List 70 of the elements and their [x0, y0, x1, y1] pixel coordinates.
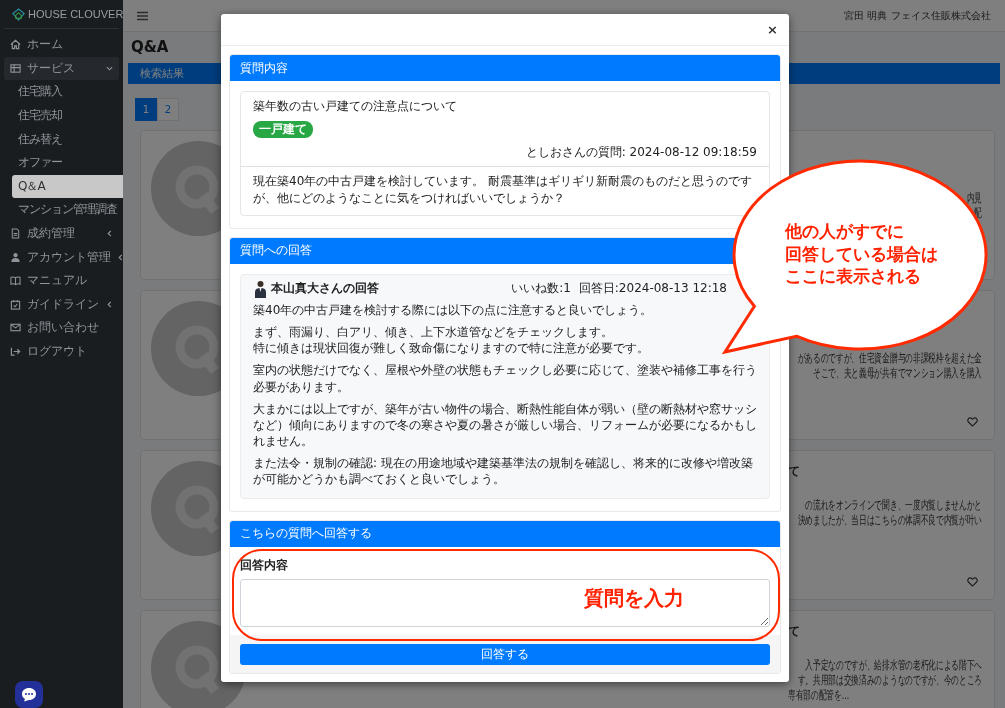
sidebar-subitem[interactable]: オファー: [4, 150, 119, 175]
heart-icon[interactable]: [967, 577, 978, 587]
document-icon: [10, 228, 21, 240]
chevron-icon: [106, 230, 113, 238]
company-name: フェイス住販株式会社: [891, 8, 991, 23]
sidebar-item[interactable]: ログアウト: [4, 339, 119, 364]
answer-author: 本山真大さんの回答: [271, 280, 379, 298]
card-text: す。共用部は交換済みのようなのですが、今のところ: [797, 673, 982, 688]
sidebar-item[interactable]: アカウント管理: [4, 245, 119, 269]
chevron-icon: [106, 300, 113, 308]
close-button[interactable]: ×: [765, 22, 780, 37]
question-meta: としおさんの質問: 2024-08-12 09:18:59: [525, 144, 757, 161]
question-title: 築年数の古い戸建ての注意点について: [253, 98, 458, 115]
answer-text: また法令・規制の確認: 現在の用途地域や建築基準法の規制を確認し、将来的に改修や増改築が可能かどうかも調べておくと良いでしょう。: [253, 455, 754, 488]
answer-date: 回答日:2024-08-13 12:18: [578, 280, 727, 298]
user-icon: [10, 251, 21, 263]
chat-button[interactable]: [15, 681, 43, 708]
calendar-icon: [10, 298, 21, 310]
card-text: 入予定なのですが、給排水管の老朽化による階下へ: [805, 658, 982, 673]
answer-text: 大まかには以上ですが、築年が古い物件の場合、断熱性能自体が弱い（壁の断熱材や窓サッシなど）傾向にありますので冬の寒さや夏の暑さが厳しい場合、リフォームが必要になるかもしれません。: [253, 400, 757, 450]
logout-icon: [10, 346, 21, 357]
annotation-text: 質問を入力: [584, 584, 684, 612]
sidebar-item[interactable]: ガイドライン: [4, 292, 119, 317]
callout-text: 回答している場合は: [785, 243, 938, 266]
answer-text: 特に傾きは現状回復が難しく致命傷になりますので特に注意が必要です。: [253, 340, 650, 357]
like-count: いいね数:1: [511, 280, 571, 298]
sidebar-item[interactable]: サービス: [4, 56, 119, 81]
sidebar-item[interactable]: お問い合わせ: [4, 316, 119, 340]
chevron-icon: [106, 64, 113, 72]
house-logo-icon: [12, 7, 25, 21]
answer-text: 築40年の中古戸建を検討する際には以下の点に注意すると良いでしょう。: [253, 301, 654, 318]
sidebar-item[interactable]: マニュアル: [4, 268, 119, 293]
answer-text: まず、雨漏り、白アリ、傾き、上下水道管などをチェックします。: [253, 323, 614, 341]
user-name: 宮田 明典: [843, 8, 887, 23]
card-text: の流れをオンラインで聞き、一度内覧しませんかと: [805, 498, 982, 513]
section-header: 質問内容: [230, 55, 780, 81]
field-label: 回答内容: [240, 556, 289, 574]
sidebar-subitem[interactable]: 住宅購入: [4, 80, 119, 104]
card-text: があるのですが、住宅資金贈与の非課税枠を超えた金: [797, 351, 982, 366]
card-text: 決めましたが、当日はこちらの体調不良で内覧が叶い: [797, 513, 982, 528]
sidebar-subitem[interactable]: 住宅売却: [4, 103, 119, 128]
card-text: 専有部の配管を...: [788, 688, 850, 703]
person-avatar-icon: [253, 279, 268, 298]
answer-text: 室内の状態だけでなく、屋根や外壁の状態もチェックし必要に応じて、塗装や補修工事を行う必要があります。: [253, 362, 757, 395]
sidebar-item[interactable]: ホーム: [4, 33, 119, 57]
card-text: 内見: [966, 191, 982, 206]
sidebar-subitem[interactable]: 住み替え: [4, 127, 119, 151]
home-icon: [10, 39, 21, 51]
chevron-icon: [117, 253, 124, 261]
sidebar-item[interactable]: 成約管理: [4, 221, 119, 246]
logo-text: HOUSE CLOUVER: [28, 8, 124, 20]
card-title: て: [788, 623, 800, 640]
category-tag: 一戸建て: [253, 121, 313, 138]
table-icon: [10, 62, 21, 74]
section-header: こちらの質問へ回答する: [230, 520, 780, 547]
heart-icon[interactable]: [967, 417, 978, 427]
sidebar-subitem[interactable]: Q＆A: [12, 174, 123, 199]
chat-icon: [21, 687, 37, 702]
callout-text: 他の人がすでに: [785, 221, 904, 243]
sidebar-subitem[interactable]: マンション管理調査: [4, 198, 119, 222]
menu-icon[interactable]: [137, 10, 148, 21]
card-title: て: [788, 463, 800, 480]
book-icon: [10, 275, 21, 287]
submit-answer-button[interactable]: 回答する: [240, 643, 770, 665]
page-title: Q&A: [131, 38, 170, 56]
mail-icon: [10, 322, 21, 334]
card-text: そこで、夫と義母が共有でマンション購入を購入: [813, 366, 982, 381]
question-text: 現在築40年の中古戸建を検討しています。 耐震基準はギリギリ新耐震のものだと思うのですが、他にどのようなことに気をつければいいでしょうか？: [252, 173, 754, 208]
answer-field[interactable]: [240, 578, 770, 627]
callout-text: ここに表示される: [785, 266, 921, 288]
